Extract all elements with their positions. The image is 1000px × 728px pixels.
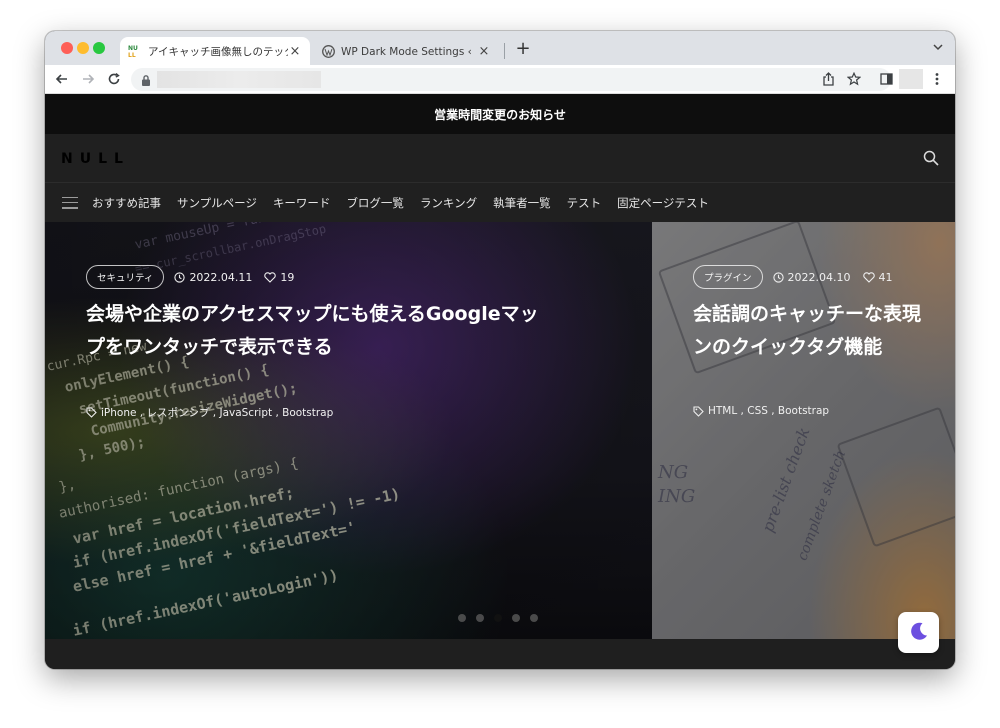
post-date: 2022.04.10	[787, 270, 851, 284]
slider-dot[interactable]	[512, 614, 520, 622]
global-nav: おすすめ記事 サンプルページ キーワード ブログ一覧 ランキング 執筆者一覧 テ…	[45, 182, 955, 222]
post-title[interactable]: 会話調のキャッチーな表現 ンのクイックタグ機能	[693, 298, 921, 364]
slider-dot[interactable]	[476, 614, 484, 622]
post-title-line: 会話調のキャッチーな表現	[693, 303, 922, 325]
hamburger-menu-icon[interactable]	[62, 196, 78, 209]
post-tags: iPhone , レスポンシブ , JavaScript , Bootstrap	[86, 405, 333, 420]
reload-icon[interactable]	[105, 70, 123, 88]
profile-avatar[interactable]	[899, 69, 923, 89]
nav-item-fixed-page-test[interactable]: 固定ページテスト	[617, 195, 709, 211]
like-count: 19	[280, 270, 295, 284]
tag-icon	[693, 405, 704, 417]
slide-card[interactable]: NG ING pre-list check complete sketch プラ…	[652, 222, 955, 639]
tab-separator	[504, 43, 505, 59]
tab-title: WP Dark Mode Settings ‹「NUL	[341, 45, 477, 58]
tag-list[interactable]: iPhone , レスポンシブ , JavaScript , Bootstrap	[101, 405, 333, 420]
share-icon[interactable]	[819, 70, 837, 88]
nav-item-authors[interactable]: 執筆者一覧	[493, 195, 551, 211]
null-logo-icon: NU LL	[128, 44, 142, 58]
tab-active[interactable]: NULL アイキャッチ画像無しのテックブロ ×	[120, 37, 310, 65]
nav-item-sample-page[interactable]: サンプルページ	[177, 195, 257, 211]
slider-pagination	[458, 614, 548, 622]
minimize-window-button[interactable]	[77, 42, 89, 54]
nav-item-recommended[interactable]: おすすめ記事	[92, 195, 161, 211]
lock-icon	[141, 72, 151, 91]
category-badge[interactable]: プラグイン	[693, 265, 763, 289]
new-tab-button[interactable]: +	[513, 39, 533, 59]
search-icon[interactable]	[923, 150, 939, 170]
post-title[interactable]: 会場や企業のアクセスマップにも使えるGoogleマッ プをワンタッチで表示できる	[86, 298, 539, 364]
tab-title: アイキャッチ画像無しのテックブロ	[148, 45, 288, 58]
url-redacted	[157, 71, 321, 88]
back-arrow-icon[interactable]	[53, 70, 71, 88]
heart-icon	[264, 271, 277, 283]
bookmark-star-icon[interactable]	[845, 70, 863, 88]
maximize-window-button[interactable]	[93, 42, 105, 54]
tab-search-chevron-icon[interactable]	[933, 41, 943, 54]
more-menu-icon[interactable]	[928, 70, 946, 88]
nav-item-keywords[interactable]: キーワード	[273, 195, 331, 211]
slider-dot[interactable]	[530, 614, 538, 622]
post-date: 2022.04.11	[189, 270, 253, 284]
slide-meta: セキュリティ 2022.04.11 19	[86, 265, 306, 289]
close-window-button[interactable]	[61, 42, 73, 54]
tab-inactive[interactable]: WP Dark Mode Settings ‹「NUL ×	[313, 37, 499, 65]
site-logo[interactable]: NULL	[61, 151, 130, 167]
content-bottom	[45, 639, 955, 669]
slide-meta: プラグイン 2022.04.10 41	[693, 265, 905, 289]
moon-icon	[908, 620, 930, 646]
featured-slider: var mouseUp = function() { == cur_scroll…	[45, 222, 955, 639]
tab-close-icon[interactable]: ×	[477, 44, 491, 59]
svg-text:NU: NU	[128, 45, 138, 52]
forward-arrow-icon[interactable]	[79, 70, 97, 88]
notice-bar[interactable]: 営業時間変更のお知らせ	[45, 94, 955, 134]
heart-icon	[862, 271, 875, 283]
tag-list[interactable]: HTML , CSS , Bootstrap	[708, 405, 829, 417]
clock-icon	[772, 271, 784, 283]
slider-dot[interactable]	[458, 614, 466, 622]
clock-icon	[174, 271, 186, 283]
site-header: NULL	[45, 134, 955, 182]
dark-mode-toggle[interactable]	[898, 612, 939, 653]
tag-icon	[86, 407, 97, 418]
nav-item-ranking[interactable]: ランキング	[420, 195, 477, 211]
tab-close-icon[interactable]: ×	[288, 44, 302, 59]
nav-item-blog-list[interactable]: ブログ一覧	[346, 195, 404, 211]
address-bar[interactable]	[131, 68, 891, 91]
post-title-line: プをワンタッチで表示できる	[86, 336, 333, 358]
post-title-line: ンのクイックタグ機能	[693, 336, 883, 358]
nav-item-test[interactable]: テスト	[567, 195, 602, 211]
slider-dot-active[interactable]	[494, 614, 502, 622]
category-badge[interactable]: セキュリティ	[86, 265, 165, 289]
wordpress-icon	[321, 44, 335, 58]
post-tags: HTML , CSS , Bootstrap	[693, 405, 829, 417]
like-count: 41	[878, 270, 893, 284]
tab-strip: NULL アイキャッチ画像無しのテックブロ × WP Dark Mode Set…	[45, 31, 955, 65]
slide-card[interactable]: var mouseUp = function() { == cur_scroll…	[45, 222, 652, 639]
post-title-line: 会場や企業のアクセスマップにも使えるGoogleマッ	[86, 303, 539, 325]
side-panel-icon[interactable]	[877, 70, 895, 88]
browser-window: NULL アイキャッチ画像無しのテックブロ × WP Dark Mode Set…	[45, 31, 955, 669]
browser-toolbar	[45, 65, 955, 94]
svg-text:LL: LL	[128, 52, 136, 58]
